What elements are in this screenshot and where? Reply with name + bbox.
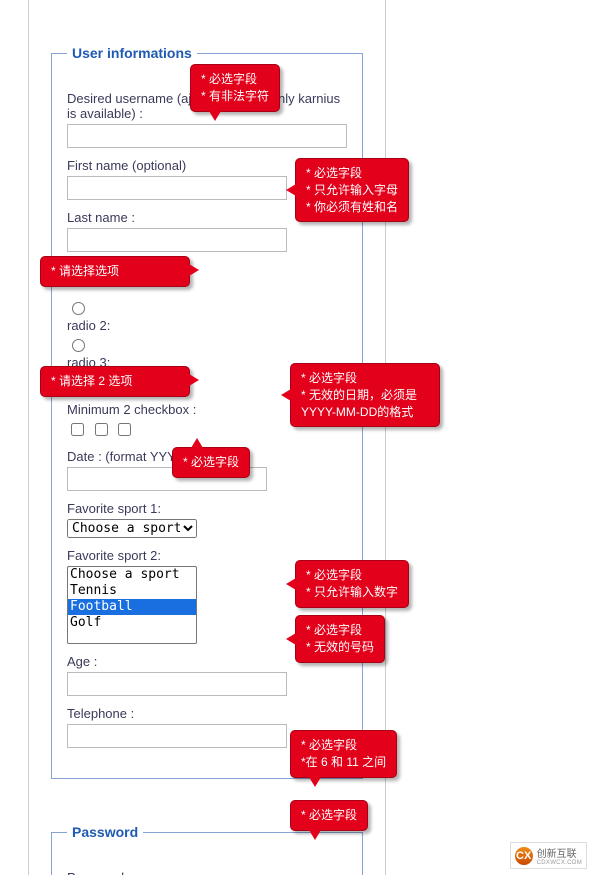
error-password: * 必选字段*在 6 和 11 之间 bbox=[290, 730, 397, 778]
age-input[interactable] bbox=[67, 672, 287, 696]
watermark: CX 创新互联 CDXWCX.COM bbox=[510, 842, 587, 869]
error-sport1: * 必选字段 bbox=[172, 447, 250, 478]
error-radio: * 请选择选项 bbox=[40, 256, 190, 287]
radio-2-label: radio 2: bbox=[67, 318, 347, 333]
password-label: Password : bbox=[67, 870, 347, 875]
error-age: * 必选字段* 只允许输入数字 bbox=[295, 560, 409, 608]
fav-sport1-label: Favorite sport 1: bbox=[67, 501, 347, 516]
checkbox-3[interactable] bbox=[118, 423, 131, 436]
error-checkbox: * 请选择 2 选项 bbox=[40, 366, 190, 397]
watermark-sub: CDXWCX.COM bbox=[537, 860, 582, 866]
last-name-input[interactable] bbox=[67, 228, 287, 252]
error-username: * 必选字段* 有非法字符 bbox=[190, 64, 280, 112]
password-legend: Password bbox=[67, 824, 143, 840]
checkbox-2[interactable] bbox=[95, 423, 108, 436]
first-name-input[interactable] bbox=[67, 176, 287, 200]
desired-username-input[interactable] bbox=[67, 124, 347, 148]
error-tel: * 必选字段* 无效的号码 bbox=[295, 615, 385, 663]
radio-1[interactable] bbox=[72, 302, 85, 315]
error-lastname: * 必选字段* 只允许输入字母* 你必须有姓和名 bbox=[295, 158, 409, 222]
fav-sport1-select[interactable]: Choose a sport Tennis Football Golf bbox=[67, 519, 197, 538]
radio-2[interactable] bbox=[72, 339, 85, 352]
tel-input[interactable] bbox=[67, 724, 287, 748]
fav-sport2-select[interactable]: Choose a sport Tennis Football Golf bbox=[67, 566, 197, 644]
user-info-legend: User informations bbox=[67, 45, 197, 61]
error-confirm: * 必选字段 bbox=[290, 800, 368, 831]
checkbox-1[interactable] bbox=[71, 423, 84, 436]
watermark-text: 创新互联 bbox=[537, 845, 582, 860]
tel-label: Telephone : bbox=[67, 706, 347, 721]
error-date: * 必选字段* 无效的日期，必须是YYYY-MM-DD的格式 bbox=[290, 363, 440, 427]
watermark-logo-icon: CX bbox=[515, 847, 533, 865]
